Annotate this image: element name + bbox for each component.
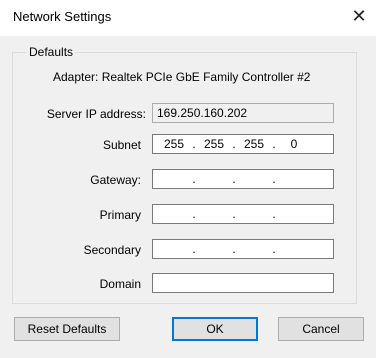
secondary-field[interactable]: . . . bbox=[152, 239, 334, 259]
gateway-label: Gateway: bbox=[90, 173, 141, 187]
group-label: Defaults bbox=[27, 45, 76, 59]
subnet-octet-1[interactable]: 255 bbox=[159, 137, 189, 151]
server-ip-field[interactable]: 169.250.160.202 bbox=[152, 103, 334, 123]
window-title: Network Settings bbox=[13, 9, 112, 24]
subnet-field[interactable]: 255. 255. 255. 0 bbox=[152, 134, 334, 154]
subnet-octet-2[interactable]: 255 bbox=[199, 137, 229, 151]
secondary-label: Secondary bbox=[83, 243, 141, 257]
subnet-label: Subnet bbox=[102, 138, 141, 152]
primary-label: Primary bbox=[99, 208, 141, 222]
adapter-text: Adapter: Realtek PCIe GbE Family Control… bbox=[53, 70, 311, 84]
cancel-button[interactable]: Cancel bbox=[278, 317, 364, 341]
server-ip-label: Server IP address: bbox=[46, 107, 146, 121]
close-icon[interactable]: ✕ bbox=[348, 4, 370, 28]
title-bar: Network Settings ✕ bbox=[0, 0, 376, 36]
domain-label: Domain bbox=[99, 277, 141, 291]
dialog-body: Defaults Adapter: Realtek PCIe GbE Famil… bbox=[0, 36, 376, 358]
ok-button[interactable]: OK bbox=[172, 317, 258, 341]
primary-field[interactable]: . . . bbox=[152, 204, 334, 224]
reset-defaults-button[interactable]: Reset Defaults bbox=[14, 317, 120, 341]
subnet-octet-3[interactable]: 255 bbox=[239, 137, 269, 151]
server-ip-value: 169.250.160.202 bbox=[157, 106, 248, 120]
gateway-field[interactable]: . . . bbox=[152, 169, 334, 189]
domain-field[interactable] bbox=[152, 273, 334, 293]
subnet-octet-4[interactable]: 0 bbox=[279, 137, 309, 151]
